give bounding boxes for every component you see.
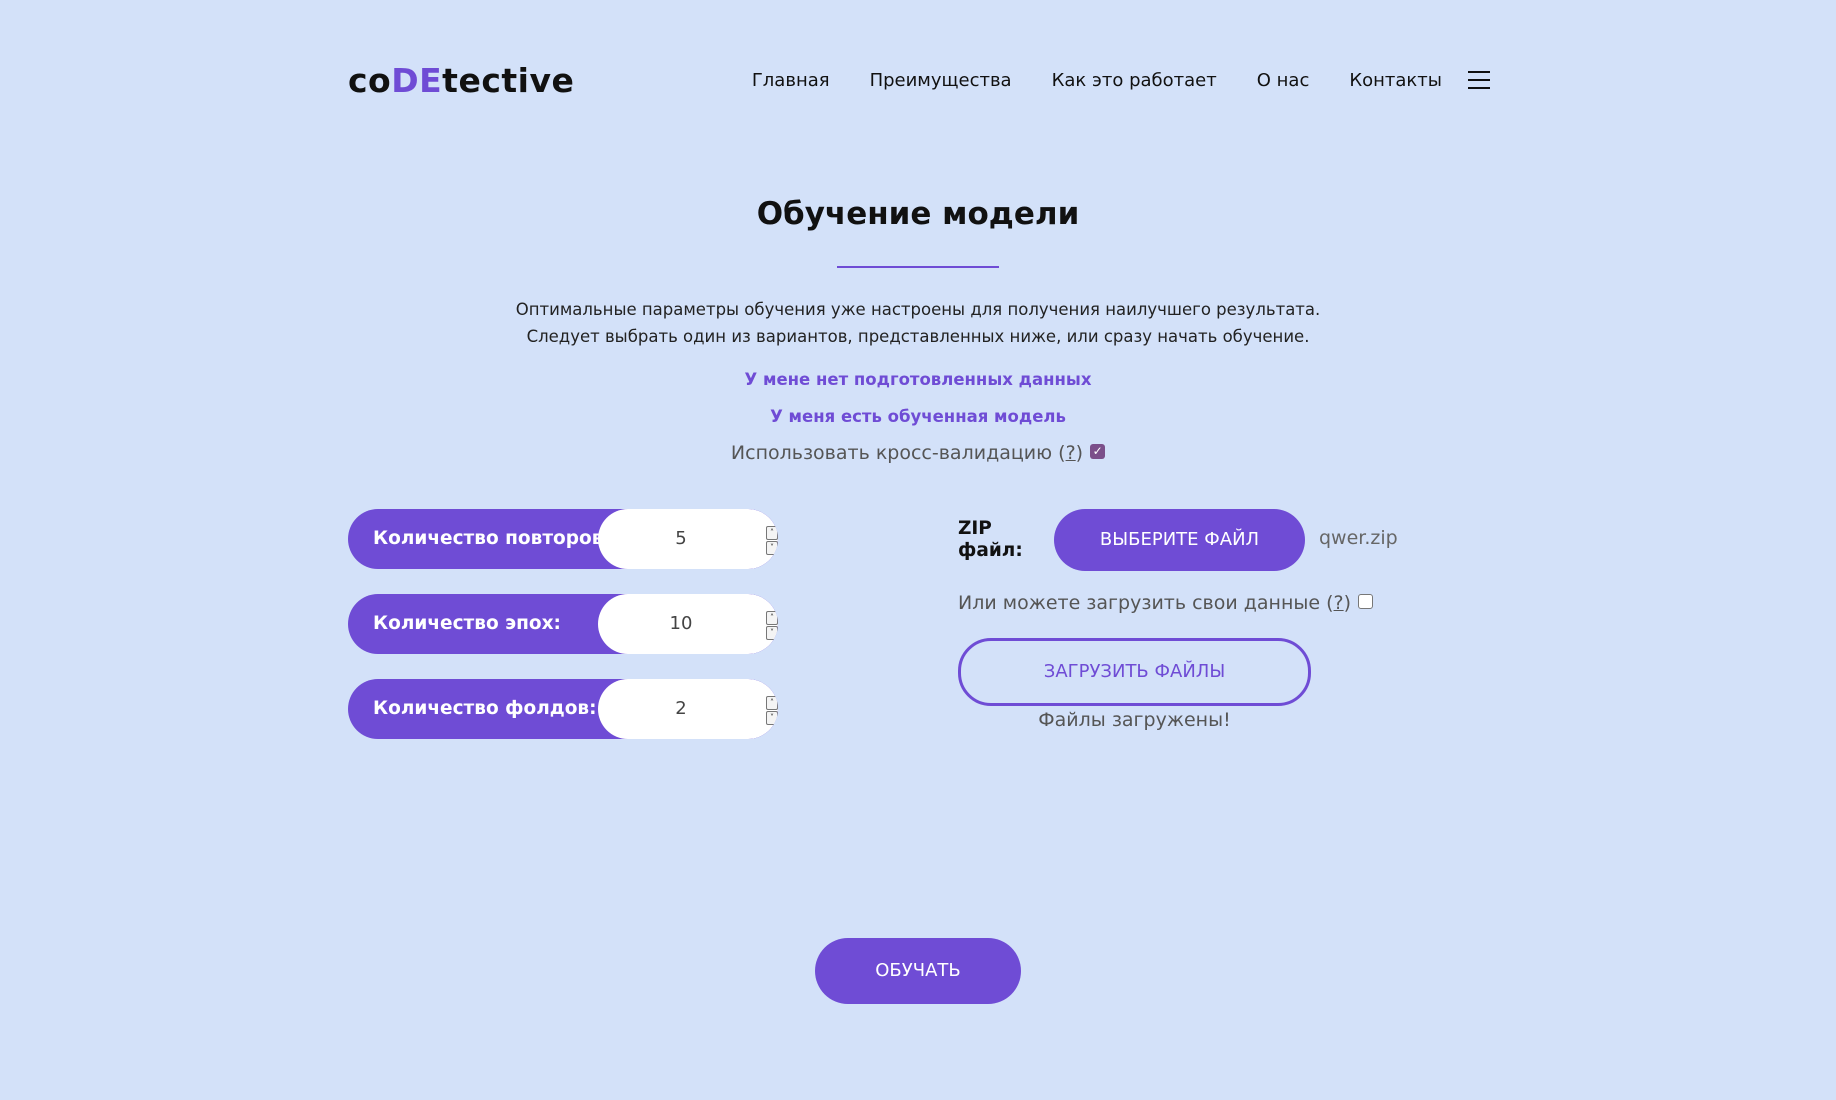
cross-validation-label: Использовать кросс-валидацию ( bbox=[730, 442, 1066, 464]
epochs-value: 10 bbox=[669, 613, 693, 634]
page-title: Обучение модели bbox=[756, 196, 1080, 232]
cross-validation-checkbox[interactable]: ✓ bbox=[1090, 443, 1106, 459]
spinner-up-icon[interactable]: ˄ bbox=[766, 696, 778, 710]
main-nav: Главная Преимущества Как это работает О … bbox=[712, 70, 1490, 91]
logo-accent: DE bbox=[391, 60, 443, 100]
logo-suffix: tective bbox=[442, 60, 575, 100]
upload-files-button[interactable]: ЗАГРУЗИТЬ ФАЙЛЫ bbox=[958, 638, 1311, 706]
folds-input[interactable]: 2 ˄ ˅ bbox=[598, 679, 778, 739]
param-epochs-label: Количество эпох: bbox=[373, 613, 561, 634]
nav-link-home[interactable]: Главная bbox=[752, 70, 830, 91]
repeats-spinner[interactable]: ˄ ˅ bbox=[766, 526, 778, 555]
logo[interactable]: coDEtective bbox=[348, 61, 574, 100]
have-model-link[interactable]: У меня есть обученная модель bbox=[0, 407, 1836, 426]
own-data-checkbox[interactable] bbox=[1358, 593, 1374, 609]
nav-link-about[interactable]: О нас bbox=[1257, 70, 1310, 91]
selected-file-name: qwer.zip bbox=[1319, 527, 1398, 549]
own-data-help[interactable]: ? bbox=[1334, 592, 1344, 614]
cross-validation-help[interactable]: ? bbox=[1066, 442, 1076, 464]
spinner-down-icon[interactable]: ˅ bbox=[766, 626, 778, 640]
param-repeats-label: Количество повторов bbox=[373, 528, 604, 549]
own-data-paren: ) bbox=[1343, 592, 1352, 614]
no-data-link[interactable]: У мене нет подготовленных данных bbox=[0, 370, 1836, 389]
menu-icon[interactable] bbox=[1468, 71, 1490, 89]
zip-file-label: ZIP файл: bbox=[958, 518, 1023, 561]
spinner-up-icon[interactable]: ˄ bbox=[766, 526, 778, 540]
own-data-label: Или можете загрузить свои данные ( bbox=[958, 592, 1334, 614]
param-folds-label: Количество фолдов: bbox=[373, 698, 597, 719]
description-line-1: Оптимальные параметры обучения уже настр… bbox=[515, 300, 1321, 319]
header: coDEtective Главная Преимущества Как это… bbox=[348, 58, 1490, 102]
cross-validation-row: Использовать кросс-валидацию (?) ✓ bbox=[0, 442, 1836, 464]
repeats-value: 5 bbox=[675, 528, 687, 549]
upload-status: Файлы загружены! bbox=[1038, 709, 1231, 731]
nav-link-contacts[interactable]: Контакты bbox=[1349, 70, 1442, 91]
description-line-2: Следует выбрать один из вариантов, предс… bbox=[526, 327, 1310, 346]
spinner-up-icon[interactable]: ˄ bbox=[766, 611, 778, 625]
description: Оптимальные параметры обучения уже настр… bbox=[0, 296, 1836, 350]
choose-file-button[interactable]: ВЫБЕРИТЕ ФАЙЛ bbox=[1054, 509, 1305, 571]
title-underline bbox=[837, 266, 999, 268]
epochs-input[interactable]: 10 ˄ ˅ bbox=[598, 594, 778, 654]
train-button[interactable]: ОБУЧАТЬ bbox=[815, 938, 1021, 1004]
own-data-row: Или можете загрузить свои данные (?) bbox=[958, 592, 1374, 614]
param-epochs: Количество эпох: 10 ˄ ˅ bbox=[348, 594, 778, 654]
spinner-down-icon[interactable]: ˅ bbox=[766, 711, 778, 725]
folds-spinner[interactable]: ˄ ˅ bbox=[766, 696, 778, 725]
param-repeats: Количество повторов 5 ˄ ˅ bbox=[348, 509, 778, 569]
nav-link-how-it-works[interactable]: Как это работает bbox=[1052, 70, 1217, 91]
folds-value: 2 bbox=[675, 698, 687, 719]
logo-prefix: co bbox=[348, 60, 392, 100]
cross-validation-paren: ) bbox=[1075, 442, 1084, 464]
check-icon: ✓ bbox=[1092, 443, 1103, 458]
repeats-input[interactable]: 5 ˄ ˅ bbox=[598, 509, 778, 569]
epochs-spinner[interactable]: ˄ ˅ bbox=[766, 611, 778, 640]
param-folds: Количество фолдов: 2 ˄ ˅ bbox=[348, 679, 778, 739]
nav-link-advantages[interactable]: Преимущества bbox=[870, 70, 1012, 91]
spinner-down-icon[interactable]: ˅ bbox=[766, 541, 778, 555]
